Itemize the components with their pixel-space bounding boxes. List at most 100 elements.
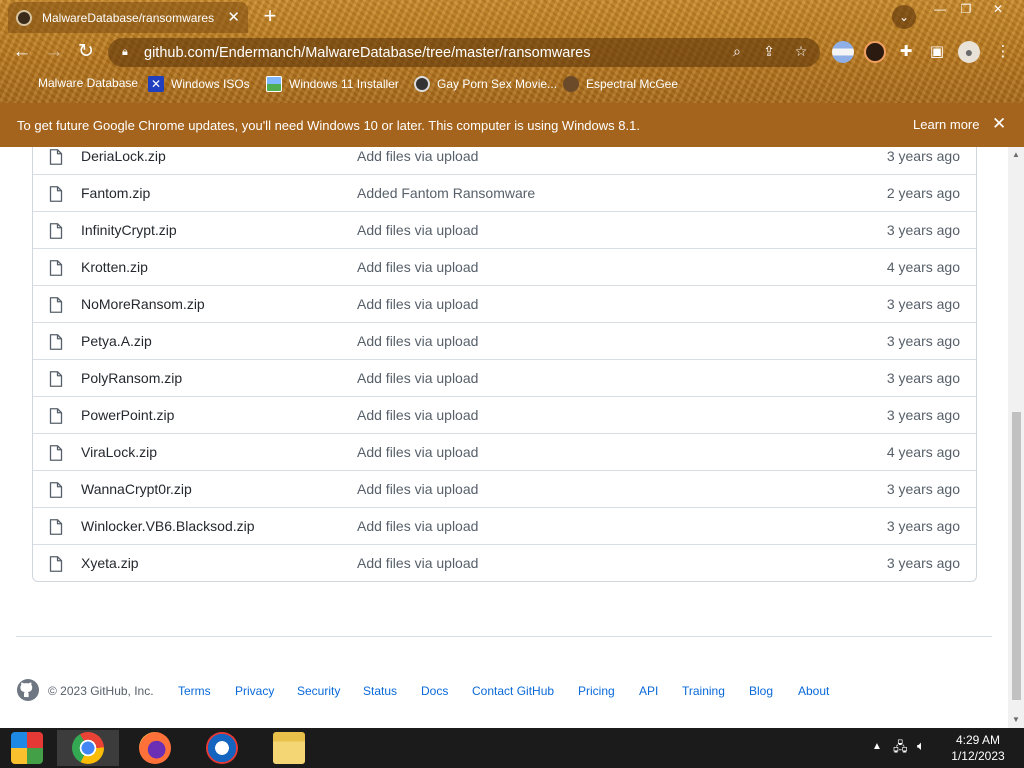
file-name-link[interactable]: Krotten.zip bbox=[81, 259, 148, 275]
side-panel-icon[interactable]: ▣ bbox=[926, 41, 948, 63]
learn-more-link[interactable]: Learn more bbox=[913, 117, 979, 132]
taskbar-file-explorer[interactable] bbox=[258, 730, 320, 766]
infobar-message: To get future Google Chrome updates, you… bbox=[17, 117, 640, 133]
file-row[interactable]: NoMoreRansom.zip Add files via upload 3 ye… bbox=[33, 285, 976, 322]
commit-message-link[interactable]: Add files via upload bbox=[357, 481, 478, 497]
bookmark-espectral-mcgee[interactable]: Espectral McGee bbox=[563, 76, 678, 92]
file-row[interactable]: Xyeta.zip Add files via upload 3 years ago bbox=[33, 544, 976, 581]
file-row[interactable]: DeriaLock.zip Add files via upload 3 years… bbox=[33, 147, 976, 174]
infobar-close-icon[interactable]: ✕ bbox=[992, 114, 1006, 134]
bookmark-movie-site[interactable]: Gay Porn Sex Movie... bbox=[414, 76, 557, 92]
file-row[interactable]: Winlocker.VB6.Blacksod.zip Add files via … bbox=[33, 507, 976, 544]
scroll-down-arrow-icon[interactable]: ▼ bbox=[1012, 715, 1020, 724]
file-row[interactable]: PolyRansom.zip Add files via upload 3 year… bbox=[33, 359, 976, 396]
footer-link-training[interactable]: Training bbox=[682, 684, 725, 698]
extensions-puzzle-icon[interactable]: ✚ bbox=[895, 41, 917, 63]
system-clock[interactable]: 4:29 AM 1/12/2023 bbox=[940, 732, 1016, 764]
file-row[interactable]: Petya.A.zip Add files via upload 3 years a… bbox=[33, 322, 976, 359]
commit-age: 3 years ago bbox=[886, 222, 960, 238]
footer-link-about[interactable]: About bbox=[798, 684, 829, 698]
file-row[interactable]: InfinityCrypt.zip Add files via upload 3 y… bbox=[33, 211, 976, 248]
browser-tab[interactable]: MalwareDatabase/ransomwares a ✕ bbox=[8, 2, 248, 33]
footer-link-pricing[interactable]: Pricing bbox=[578, 684, 615, 698]
file-name-link[interactable]: PolyRansom.zip bbox=[81, 370, 182, 386]
commit-message-link[interactable]: Add files via upload bbox=[357, 444, 478, 460]
file-row[interactable]: Krotten.zip Add files via upload 4 years a… bbox=[33, 248, 976, 285]
share-icon[interactable]: ⇪ bbox=[759, 43, 779, 60]
minimize-icon[interactable]: — bbox=[926, 0, 954, 18]
tab-close-icon[interactable]: ✕ bbox=[227, 10, 240, 25]
footer-link-contact-github[interactable]: Contact GitHub bbox=[472, 684, 554, 698]
tab-title: MalwareDatabase/ransomwares a bbox=[42, 10, 217, 25]
avatar-favicon-icon bbox=[563, 76, 579, 92]
new-tab-icon[interactable]: + bbox=[258, 4, 282, 28]
page-scrollbar[interactable]: ▲ ▼ bbox=[1008, 147, 1024, 728]
bookmark-label: Windows 11 Installer bbox=[289, 77, 399, 91]
file-name-link[interactable]: Petya.A.zip bbox=[81, 333, 152, 349]
file-name-link[interactable]: Xyeta.zip bbox=[81, 555, 139, 571]
commit-message-link[interactable]: Added Fantom Ransomware bbox=[357, 185, 535, 201]
menu-kebab-icon[interactable]: ⋮ bbox=[992, 41, 1014, 63]
file-name-link[interactable]: NoMoreRansom.zip bbox=[81, 296, 205, 312]
file-name-link[interactable]: InfinityCrypt.zip bbox=[81, 222, 177, 238]
commit-message-link[interactable]: Add files via upload bbox=[357, 148, 478, 164]
footer-link-docs[interactable]: Docs bbox=[421, 684, 448, 698]
commit-message-link[interactable]: Add files via upload bbox=[357, 518, 478, 534]
scrollbar-thumb[interactable] bbox=[1012, 412, 1021, 700]
tray-expand-icon[interactable]: ▲ bbox=[872, 741, 882, 752]
file-row[interactable]: ViraLock.zip Add files via upload 4 years … bbox=[33, 433, 976, 470]
file-name-link[interactable]: WannaCrypt0r.zip bbox=[81, 481, 192, 497]
scroll-up-arrow-icon[interactable]: ▲ bbox=[1012, 150, 1020, 159]
forward-arrow-icon[interactable]: → bbox=[40, 38, 68, 66]
commit-message-link[interactable]: Add files via upload bbox=[357, 296, 478, 312]
profile-avatar-icon[interactable]: ● bbox=[958, 41, 980, 63]
commit-message-link[interactable]: Add files via upload bbox=[357, 370, 478, 386]
reload-icon[interactable]: ↻ bbox=[72, 38, 100, 66]
file-row[interactable]: PowerPoint.zip Add files via upload 3 year… bbox=[33, 396, 976, 433]
bookmark-malware-database[interactable]: Malware Database bbox=[38, 76, 138, 90]
search-icon[interactable]: ⌕ bbox=[727, 43, 747, 60]
footer-link-api[interactable]: API bbox=[639, 684, 658, 698]
site-favicon-icon bbox=[414, 76, 430, 92]
commit-message-link[interactable]: Add files via upload bbox=[357, 259, 478, 275]
file-row[interactable]: Fantom.zip Added Fantom Ransomware 2 years… bbox=[33, 174, 976, 211]
extension-globe-icon[interactable] bbox=[832, 41, 854, 63]
footer-link-blog[interactable]: Blog bbox=[749, 684, 773, 698]
window-close-icon[interactable]: ✕ bbox=[984, 0, 1012, 18]
file-icon bbox=[49, 556, 63, 572]
volume-icon[interactable]: 🔈︎ bbox=[917, 738, 925, 754]
taskbar-app[interactable] bbox=[191, 730, 253, 766]
bookmark-windows-11-installer[interactable]: Windows 11 Installer bbox=[266, 76, 399, 92]
restore-icon[interactable]: ❐ bbox=[952, 0, 980, 18]
tab-search-chevron-icon[interactable]: ⌄ bbox=[892, 5, 916, 29]
github-logo-icon[interactable] bbox=[16, 678, 40, 702]
file-name-link[interactable]: Fantom.zip bbox=[81, 185, 150, 201]
footer-link-privacy[interactable]: Privacy bbox=[235, 684, 274, 698]
taskbar-firefox[interactable] bbox=[124, 730, 186, 766]
back-arrow-icon[interactable]: ← bbox=[8, 38, 36, 66]
bookmark-windows-isos[interactable]: ✕ Windows ISOs bbox=[148, 76, 250, 92]
file-name-link[interactable]: ViraLock.zip bbox=[81, 444, 157, 460]
commit-message-link[interactable]: Add files via upload bbox=[357, 333, 478, 349]
file-name-link[interactable]: Winlocker.VB6.Blacksod.zip bbox=[81, 518, 255, 534]
commit-message-link[interactable]: Add files via upload bbox=[357, 407, 478, 423]
footer-link-status[interactable]: Status bbox=[363, 684, 397, 698]
start-button[interactable] bbox=[0, 730, 58, 766]
update-infobar: To get future Google Chrome updates, you… bbox=[0, 103, 1024, 147]
commit-message-link[interactable]: Add files via upload bbox=[357, 555, 478, 571]
network-icon[interactable]: 🖧︎ bbox=[893, 738, 908, 760]
extension-avatar-icon[interactable] bbox=[864, 41, 886, 63]
footer-link-terms[interactable]: Terms bbox=[178, 684, 211, 698]
commit-message-link[interactable]: Add files via upload bbox=[357, 222, 478, 238]
image-icon bbox=[266, 76, 282, 92]
file-name-link[interactable]: PowerPoint.zip bbox=[81, 407, 174, 423]
taskbar-chrome[interactable] bbox=[57, 730, 119, 766]
commit-age: 3 years ago bbox=[886, 296, 960, 312]
footer-link-security[interactable]: Security bbox=[297, 684, 340, 698]
commit-age: 3 years ago bbox=[886, 333, 960, 349]
address-bar[interactable]: 🔒︎ github.com/Endermanch/MalwareDatabase… bbox=[108, 38, 820, 67]
file-name-link[interactable]: DeriaLock.zip bbox=[81, 148, 166, 164]
file-row[interactable]: WannaCrypt0r.zip Add files via upload 3 ye… bbox=[33, 470, 976, 507]
star-bookmark-icon[interactable]: ☆ bbox=[791, 43, 811, 60]
footer-copyright: © 2023 GitHub, Inc. bbox=[48, 684, 154, 698]
